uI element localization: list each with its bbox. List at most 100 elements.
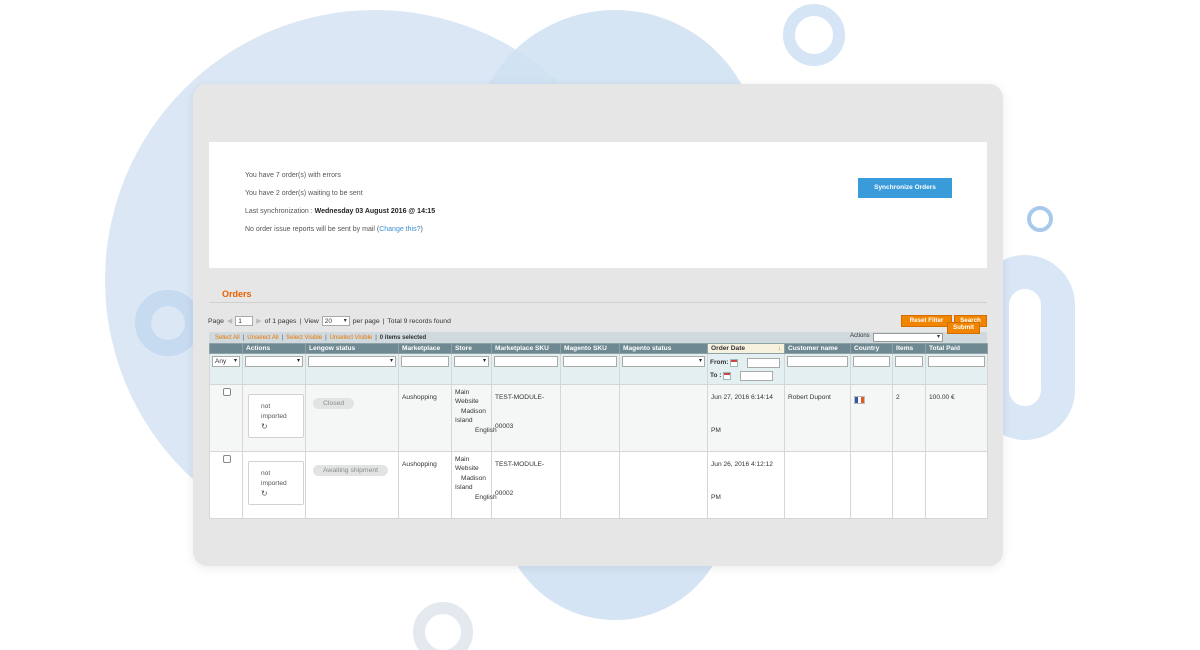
store-line: Website <box>455 465 479 473</box>
last-sync-text: Last synchronization : Wednesday 03 Augu… <box>245 208 435 215</box>
col-header-items[interactable]: Items <box>892 343 926 354</box>
filter-select-any[interactable]: Any <box>212 356 240 367</box>
massaction-bar: Select All | Unselect All | Select Visib… <box>209 332 987 343</box>
filter-magento-status-select[interactable] <box>622 356 705 367</box>
next-page-icon[interactable]: ▶ <box>256 317 261 325</box>
col-header-total-paid[interactable]: Total Paid <box>925 343 988 354</box>
col-header-marketplace-sku[interactable]: Marketplace SKU <box>491 343 561 354</box>
change-mail-link[interactable]: Change this? <box>379 226 420 233</box>
per-page-select[interactable]: 20 <box>321 316 350 326</box>
mail-text: No order issue reports will be sent by m… <box>245 226 380 233</box>
marketplace-sku-line1: TEST-MODULE- <box>495 394 545 401</box>
france-flag-icon <box>854 396 865 404</box>
filter-marketplace-sku-input[interactable] <box>494 356 558 367</box>
synchronize-orders-button[interactable]: Synchronize Orders <box>858 178 952 198</box>
background-ring-small <box>1027 206 1053 232</box>
total-records-text: Total 9 records found <box>387 317 451 325</box>
marketplace-sku-line2: 00002 <box>495 490 514 497</box>
page-input[interactable]: 1 <box>235 316 254 326</box>
date-to-row: To : <box>710 369 782 382</box>
col-header-customer-name[interactable]: Customer name <box>784 343 851 354</box>
last-sync-label: Last synchronization : <box>245 208 315 215</box>
massaction-separator: | <box>281 334 284 341</box>
select-all-link[interactable]: Select All <box>215 335 240 341</box>
unselect-all-link[interactable]: Unselect All <box>247 335 278 341</box>
order-date-label: Order Date <box>711 345 746 352</box>
marketplace-cell: Aushopping <box>398 451 452 519</box>
col-header-lengow-status[interactable]: Lengow status <box>305 343 399 354</box>
pager: Page ◀ 1 ▶ of 1 pages | View 20 per page… <box>208 316 451 326</box>
col-header-order-date[interactable]: Order Date ↓ <box>707 343 785 354</box>
col-header-marketplace[interactable]: Marketplace <box>398 343 452 354</box>
filter-country-input[interactable] <box>853 356 890 367</box>
marketplace-sku-line1: TEST-MODULE- <box>495 461 545 468</box>
row-checkbox[interactable] <box>223 455 231 463</box>
marketplace-sku-line2: 00003 <box>495 423 514 430</box>
action-status-line2: imported <box>261 413 287 420</box>
pager-separator: | <box>382 317 385 325</box>
store-line: Madison <box>461 474 486 482</box>
store-line: English <box>475 493 497 501</box>
table-row[interactable]: not imported ↻ Awaiting shipment Aushoppin… <box>209 451 988 519</box>
filter-marketplace-input[interactable] <box>401 356 449 367</box>
refresh-icon[interactable]: ↻ <box>261 489 303 499</box>
filter-actions-select[interactable] <box>245 356 303 367</box>
orders-divider <box>209 302 987 303</box>
store-line: Main <box>455 389 470 396</box>
col-header-store[interactable]: Store <box>451 343 492 354</box>
date-from-input[interactable] <box>747 357 781 368</box>
date-from-row: From: <box>710 356 782 369</box>
lengow-status-badge: Awaiting shipment <box>313 465 389 476</box>
calendar-icon[interactable] <box>730 358 739 367</box>
view-label: View <box>304 317 319 325</box>
col-header-magento-status[interactable]: Magento status <box>619 343 708 354</box>
action-status-line1: not <box>261 403 271 410</box>
order-date-line2: PM <box>711 427 721 434</box>
orders-section: Orders Page ◀ 1 ▶ of 1 pages | View 20 p… <box>208 268 988 530</box>
filter-lengow-status-select[interactable] <box>308 356 396 367</box>
filter-items-input[interactable] <box>895 356 923 367</box>
filter-store-select[interactable] <box>454 356 489 367</box>
lengow-status-badge: Closed <box>313 398 355 409</box>
admin-panel: You have 7 order(s) with errors You have… <box>193 84 1003 566</box>
col-header-select <box>209 343 243 354</box>
background-ring-bottom <box>413 602 473 650</box>
sort-desc-icon: ↓ <box>777 345 781 352</box>
filter-magento-sku-input[interactable] <box>563 356 617 367</box>
col-header-actions[interactable]: Actions <box>242 343 306 354</box>
store-line: Website <box>455 398 479 406</box>
row-checkbox[interactable] <box>223 388 231 396</box>
of-pages-text: of 1 pages <box>264 317 297 325</box>
store-line: Island <box>455 417 473 425</box>
magento-sku-cell <box>560 384 620 452</box>
table-row[interactable]: not imported ↻ Closed Aushopping Main Websi… <box>209 384 988 452</box>
store-line: English <box>475 426 497 434</box>
not-imported-box: not imported ↻ <box>248 461 304 505</box>
to-label: To : <box>710 372 722 379</box>
prev-page-icon[interactable]: ◀ <box>227 317 232 325</box>
action-status-line1: not <box>261 470 271 477</box>
magento-status-cell <box>619 451 708 519</box>
filter-customer-name-input[interactable] <box>787 356 848 367</box>
magento-status-cell <box>619 384 708 452</box>
date-to-input[interactable] <box>740 370 774 381</box>
filter-total-paid-input[interactable] <box>928 356 985 367</box>
reset-filter-button[interactable]: Reset Filter <box>901 315 952 327</box>
col-header-country[interactable]: Country <box>850 343 893 354</box>
customer-name-cell <box>784 451 851 519</box>
action-status-line2: imported <box>261 480 287 487</box>
mail-report-text: No order issue reports will be sent by m… <box>245 226 423 233</box>
refresh-icon[interactable]: ↻ <box>261 422 303 432</box>
actions-select[interactable] <box>873 333 943 342</box>
pager-separator: | <box>299 317 302 325</box>
selected-count: 0 items selected <box>379 334 427 341</box>
store-line: Island <box>455 484 473 492</box>
calendar-icon[interactable] <box>723 371 732 380</box>
page-label: Page <box>208 317 224 325</box>
select-visible-link[interactable]: Select Visible <box>286 335 322 341</box>
store-cell: Main Website Madison Island English <box>455 388 497 435</box>
submit-button[interactable]: Submit <box>947 322 980 334</box>
unselect-visible-link[interactable]: Unselect Visible <box>330 335 373 341</box>
col-header-magento-sku[interactable]: Magento SKU <box>560 343 620 354</box>
massaction-separator: | <box>242 334 245 341</box>
